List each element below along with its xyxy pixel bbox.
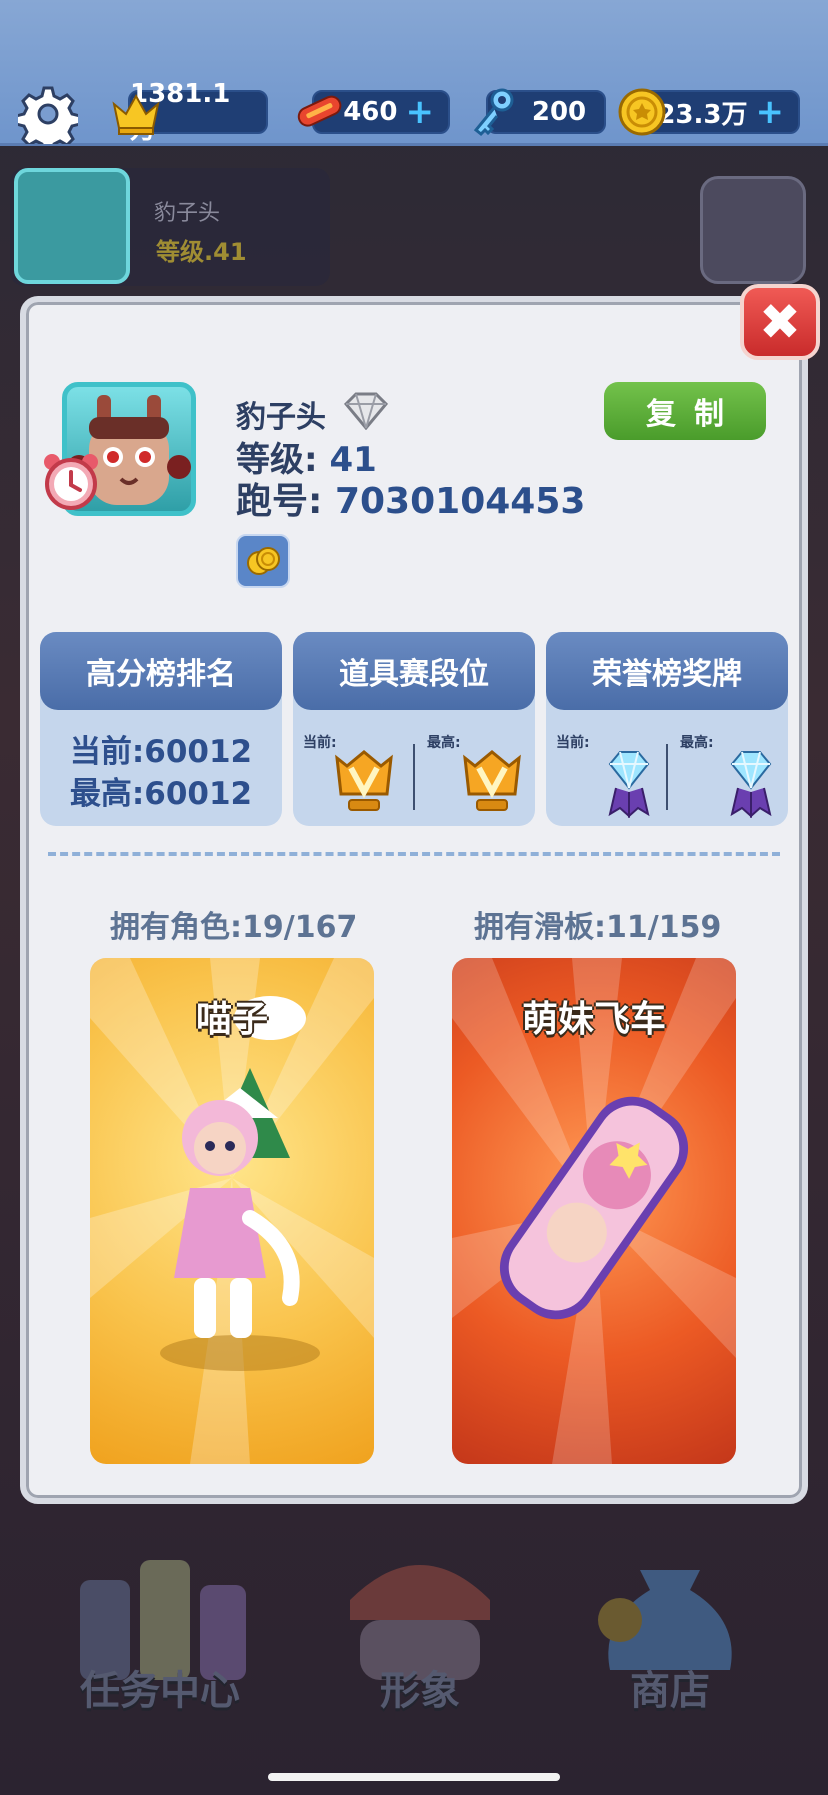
background-player-level: 等级.41 <box>156 238 247 266</box>
high-score-rank-card[interactable]: 高分榜排名 当前:60012 最高:60012 <box>40 632 282 826</box>
section-divider <box>48 852 780 856</box>
honor-current-label: 当前: <box>556 735 590 751</box>
diamond-medal-icon <box>608 751 650 818</box>
close-icon: ✖ <box>759 293 801 351</box>
diamond-rank-icon <box>343 392 389 430</box>
player-id: 跑号: 7030104453 <box>236 472 585 524</box>
honor-best-label: 最高: <box>680 735 714 751</box>
double-coin-icon <box>247 547 280 575</box>
board-name: 萌妹飞车 <box>521 999 666 1040</box>
nav-shop[interactable]: 商店 <box>560 1530 780 1730</box>
id-value: 7030104453 <box>334 481 586 522</box>
coin-icon <box>618 88 666 136</box>
skateboard-icon <box>297 95 342 127</box>
player-name: 豹子头 <box>236 400 326 435</box>
background-avatar <box>14 168 130 284</box>
top-resource-bar: 1381.1万 460 + 200 23.3万 + <box>0 0 828 146</box>
nav-tasks-center[interactable]: 任务中心 <box>50 1530 270 1730</box>
add-coins-button[interactable]: + <box>756 95 785 129</box>
board-showcase-card[interactable]: 萌妹飞车 <box>452 958 736 1464</box>
characters-owned: 拥有角色:19/167 <box>110 910 358 945</box>
home-indicator[interactable] <box>268 1773 560 1781</box>
skateboard-count-value: 460 <box>343 97 398 127</box>
gold-v-medal-icon <box>335 750 393 811</box>
coins-value: 23.3万 <box>657 99 748 130</box>
honor-medal-card[interactable]: 荣誉榜奖牌 当前: 最高: <box>546 632 788 826</box>
copy-id-button[interactable]: 复制 <box>604 382 766 440</box>
high-score-best: 最高:60012 <box>69 776 253 812</box>
crown-icon <box>112 93 160 135</box>
diamond-medal-best-icon <box>730 751 772 818</box>
add-skateboard-button[interactable]: + <box>406 95 435 129</box>
close-button[interactable]: ✖ <box>740 284 820 360</box>
crown-score-display: 1381.1万 <box>112 79 268 145</box>
alarm-clock-icon <box>44 454 98 510</box>
background-player-name: 豹子头 <box>154 201 221 226</box>
id-label: 跑号: <box>236 481 323 522</box>
character-name: 喵子 <box>195 999 268 1040</box>
background-book-icon <box>700 176 806 284</box>
boards-owned: 拥有滑板:11/159 <box>474 910 722 945</box>
high-score-current: 当前:60012 <box>69 734 253 770</box>
bottom-navigation: 任务中心 形象 商店 <box>0 1510 828 1795</box>
nav-appearance[interactable]: 形象 <box>310 1530 530 1730</box>
keys-count-display: 200 <box>473 88 606 137</box>
nav-tasks-label: 任务中心 <box>80 1668 240 1714</box>
settings-gear-icon[interactable] <box>18 84 78 144</box>
item-race-tier-title: 道具赛段位 <box>293 632 535 710</box>
coins-display[interactable]: 23.3万 + <box>618 88 800 136</box>
item-race-best-label: 最高: <box>427 735 461 751</box>
character-showcase-card[interactable]: 喵子 <box>90 958 374 1464</box>
keys-count-value: 200 <box>531 97 587 127</box>
key-icon <box>473 88 514 137</box>
coin-badge-icon[interactable] <box>236 534 290 588</box>
gold-v-medal-best-icon <box>463 750 521 811</box>
card-divider <box>666 744 668 810</box>
skateboard-count-display[interactable]: 460 + <box>297 90 450 134</box>
card-divider <box>413 744 415 810</box>
high-score-rank-title: 高分榜排名 <box>40 632 282 710</box>
item-race-tier-card[interactable]: 道具赛段位 当前: 最高: <box>293 632 535 826</box>
nav-shop-label: 商店 <box>630 1668 710 1714</box>
honor-medal-title: 荣誉榜奖牌 <box>546 632 788 710</box>
nav-appearance-label: 形象 <box>380 1668 460 1714</box>
